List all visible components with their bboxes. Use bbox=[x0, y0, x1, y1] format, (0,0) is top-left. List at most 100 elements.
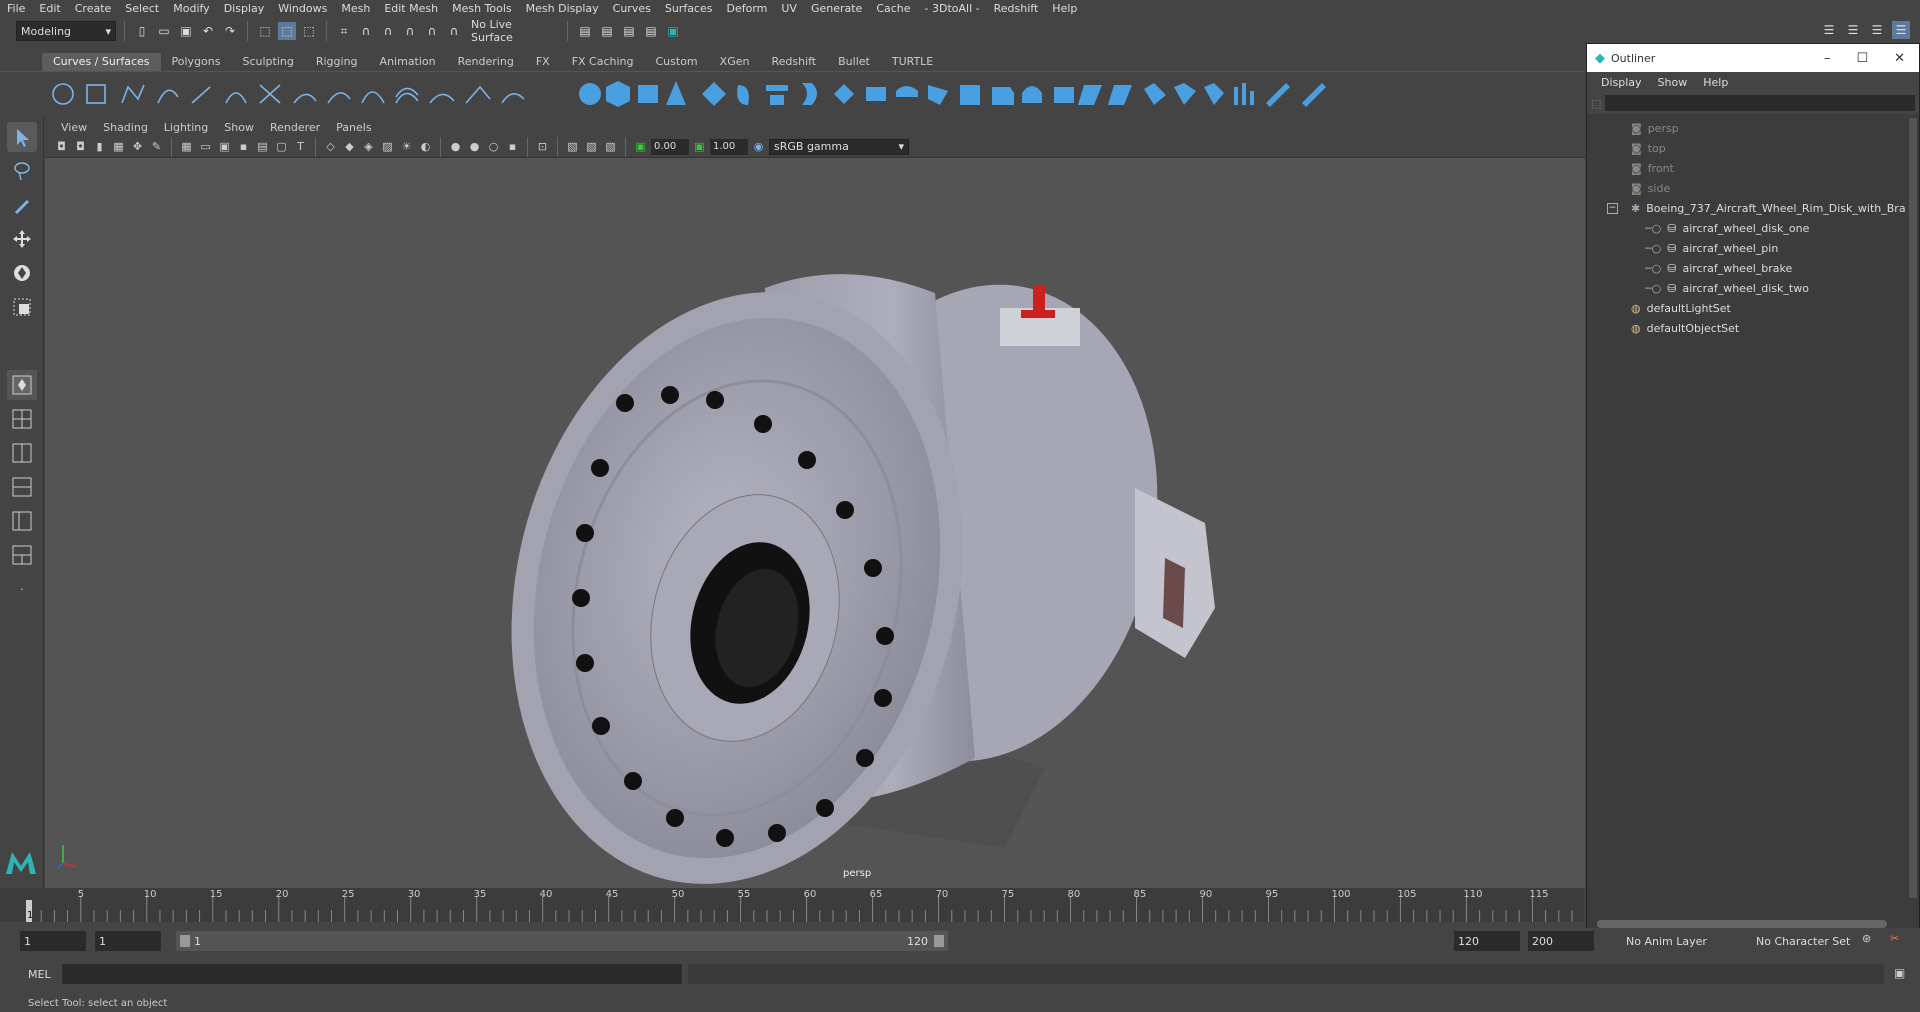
camera-attributes-icon[interactable]: ◘ bbox=[72, 138, 89, 155]
graph-layout[interactable] bbox=[7, 540, 37, 570]
tab-xgen[interactable]: XGen bbox=[709, 53, 761, 71]
scale-tool[interactable] bbox=[7, 292, 37, 322]
use-all-lights-icon[interactable]: ☀ bbox=[398, 138, 415, 155]
image-plane-icon[interactable]: ▦ bbox=[110, 138, 127, 155]
panel-menu-shading[interactable]: Shading bbox=[95, 121, 156, 134]
minimize-icon[interactable]: – bbox=[1824, 51, 1831, 66]
single-perspective-layout[interactable] bbox=[7, 370, 37, 400]
playback-start-field[interactable]: 1 bbox=[95, 931, 161, 951]
tab-redshift[interactable]: Redshift bbox=[760, 53, 827, 71]
outliner-layout[interactable] bbox=[7, 506, 37, 536]
render-settings-icon[interactable]: ▤ bbox=[642, 22, 660, 40]
menu-create[interactable]: Create bbox=[68, 2, 119, 15]
preferences-icon[interactable]: ✂ bbox=[1890, 932, 1899, 945]
two-stacked-layout[interactable] bbox=[7, 472, 37, 502]
playback-end-field[interactable]: 120 bbox=[1454, 931, 1520, 951]
textured-icon[interactable]: ▨ bbox=[379, 138, 396, 155]
cmd-input[interactable] bbox=[62, 964, 682, 984]
menu-redshift[interactable]: Redshift bbox=[987, 2, 1046, 15]
film-gate-icon[interactable]: ▭ bbox=[197, 138, 214, 155]
range-slider[interactable]: 1 120 bbox=[176, 931, 948, 951]
render-sequence-icon[interactable]: ▤ bbox=[598, 22, 616, 40]
safe-action-icon[interactable]: ▢ bbox=[273, 138, 290, 155]
menu-windows[interactable]: Windows bbox=[271, 2, 334, 15]
outliner-item-objectset[interactable]: ◍ defaultObjectSet bbox=[1587, 318, 1919, 338]
menu-select[interactable]: Select bbox=[118, 2, 166, 15]
modeling-toolkit-icon[interactable]: ☰ bbox=[1820, 21, 1838, 39]
live-surface-field[interactable]: No Live Surface bbox=[467, 18, 559, 44]
menu-deform[interactable]: Deform bbox=[719, 2, 774, 15]
snap-surface-icon[interactable]: ∩ bbox=[423, 22, 441, 40]
color-space-dropdown[interactable]: sRGB gamma ▾ bbox=[769, 138, 909, 155]
panel-menu-renderer[interactable]: Renderer bbox=[262, 121, 328, 134]
outliner-item-front[interactable]: ◙ front bbox=[1587, 158, 1919, 178]
tab-bullet[interactable]: Bullet bbox=[827, 53, 881, 71]
menu-mesh-display[interactable]: Mesh Display bbox=[519, 2, 606, 15]
menu-display[interactable]: Display bbox=[217, 2, 272, 15]
open-scene-icon[interactable]: ▭ bbox=[155, 22, 173, 40]
panel-menu-show[interactable]: Show bbox=[216, 121, 262, 134]
grid-icon[interactable]: ▦ bbox=[178, 138, 195, 155]
menu-mesh-tools[interactable]: Mesh Tools bbox=[445, 2, 519, 15]
tab-rendering[interactable]: Rendering bbox=[447, 53, 525, 71]
maximize-icon[interactable]: ☐ bbox=[1856, 51, 1868, 66]
hypershade-icon[interactable]: ▣ bbox=[664, 22, 682, 40]
tab-animation[interactable]: Animation bbox=[369, 53, 447, 71]
outliner-menu-display[interactable]: Display bbox=[1595, 76, 1648, 89]
viewport-panel[interactable]: View Shading Lighting Show Renderer Pane… bbox=[45, 118, 1585, 888]
viewport-canvas[interactable] bbox=[45, 158, 1585, 888]
channel-box-icon[interactable]: ☰ bbox=[1892, 21, 1910, 39]
snap-point-icon[interactable]: ∩ bbox=[379, 22, 397, 40]
collapse-icon[interactable]: − bbox=[1607, 202, 1618, 214]
menu-edit-mesh[interactable]: Edit Mesh bbox=[377, 2, 445, 15]
snap-view-icon[interactable]: ∩ bbox=[401, 22, 419, 40]
select-object-icon[interactable]: ⬚ bbox=[278, 22, 296, 40]
outliner-item-group[interactable]: − ✱ Boeing_737_Aircraft_Wheel_Rim_Disk_w… bbox=[1587, 198, 1919, 218]
range-slider-handle-start[interactable] bbox=[180, 935, 190, 947]
menu-generate[interactable]: Generate bbox=[804, 2, 869, 15]
toolbox-more[interactable]: · bbox=[7, 574, 37, 604]
menu-edit[interactable]: Edit bbox=[32, 2, 67, 15]
menu-cache[interactable]: Cache bbox=[869, 2, 917, 15]
two-d-pan-icon[interactable]: ✥ bbox=[129, 138, 146, 155]
tab-rigging[interactable]: Rigging bbox=[305, 53, 369, 71]
outliner-search-input[interactable] bbox=[1605, 95, 1915, 111]
menu-help[interactable]: Help bbox=[1045, 2, 1084, 15]
ipr-render-icon[interactable]: ▤ bbox=[620, 22, 638, 40]
outliner-item-persp[interactable]: ◙ persp bbox=[1587, 118, 1919, 138]
lasso-tool[interactable] bbox=[7, 156, 37, 186]
exposure-field[interactable]: 0.00 bbox=[651, 138, 689, 155]
menu-3dtoall[interactable]: - 3DtoAll - bbox=[918, 2, 987, 15]
gate-mask-icon[interactable]: ▪ bbox=[235, 138, 252, 155]
panel-menu-lighting[interactable]: Lighting bbox=[156, 121, 216, 134]
start-time-field[interactable]: 1 bbox=[20, 931, 86, 951]
tab-custom[interactable]: Custom bbox=[645, 53, 709, 71]
menu-uv[interactable]: UV bbox=[774, 2, 804, 15]
outliner-item-side[interactable]: ◙ side bbox=[1587, 178, 1919, 198]
undo-icon[interactable]: ↶ bbox=[199, 22, 217, 40]
attribute-editor-icon[interactable]: ☰ bbox=[1844, 21, 1862, 39]
render-current-icon[interactable]: ▤ bbox=[576, 22, 594, 40]
select-component-icon[interactable]: ⬚ bbox=[300, 22, 318, 40]
select-hierarchy-icon[interactable]: ⬚ bbox=[256, 22, 274, 40]
multisample-aa-icon[interactable]: ○ bbox=[485, 138, 502, 155]
menu-file[interactable]: File bbox=[0, 2, 32, 15]
snap-live-icon[interactable]: ∩ bbox=[445, 22, 463, 40]
bookmark-icon[interactable]: ▮ bbox=[91, 138, 108, 155]
move-tool[interactable] bbox=[7, 224, 37, 254]
exposure-icon[interactable]: ▣ bbox=[632, 138, 649, 155]
safe-title-icon[interactable]: T bbox=[292, 138, 309, 155]
menu-surfaces[interactable]: Surfaces bbox=[658, 2, 720, 15]
outliner-hscrollbar[interactable] bbox=[1597, 920, 1887, 928]
outliner-item-top[interactable]: ◙ top bbox=[1587, 138, 1919, 158]
paint-select-tool[interactable] bbox=[7, 190, 37, 220]
menu-mesh[interactable]: Mesh bbox=[334, 2, 377, 15]
outliner-item-child[interactable]: ─○ ⛁ aircraf_wheel_disk_two bbox=[1587, 278, 1919, 298]
panel-menu-panels[interactable]: Panels bbox=[328, 121, 379, 134]
tab-curves-surfaces[interactable]: Curves / Surfaces bbox=[42, 53, 161, 71]
tab-fx[interactable]: FX bbox=[525, 53, 561, 71]
end-time-field[interactable]: 200 bbox=[1528, 931, 1594, 951]
tab-fx-caching[interactable]: FX Caching bbox=[561, 53, 645, 71]
xray-joints-icon[interactable]: ▧ bbox=[583, 138, 600, 155]
new-scene-icon[interactable]: ▯ bbox=[133, 22, 151, 40]
